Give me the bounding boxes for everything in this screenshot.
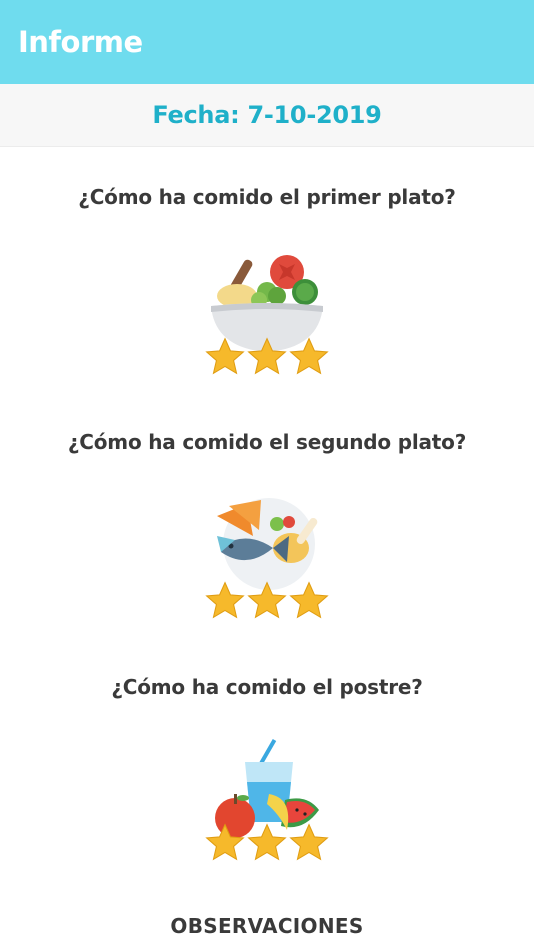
question-dessert: ¿Cómo ha comido el postre?	[0, 675, 534, 699]
app-bar: Informe	[0, 0, 534, 84]
star-icon	[289, 823, 329, 861]
report-date: Fecha: 7-10-2019	[152, 101, 382, 129]
star-icon	[205, 581, 245, 619]
rating-first-course	[204, 336, 330, 378]
question-label: ¿Cómo ha comido el primer plato?	[78, 185, 456, 209]
question-label: ¿Cómo ha comido el segundo plato?	[67, 430, 467, 454]
star-icon	[289, 581, 329, 619]
star-icon	[205, 823, 245, 861]
star-icon	[205, 337, 245, 375]
rating-second-course	[204, 580, 330, 622]
question-second-course: ¿Cómo ha comido el segundo plato?	[0, 430, 534, 454]
observations-heading: OBSERVACIONES	[170, 914, 364, 938]
rating-dessert	[204, 822, 330, 864]
question-label: ¿Cómo ha comido el postre?	[111, 675, 423, 699]
star-icon	[247, 823, 287, 861]
app-title: Informe	[18, 25, 143, 59]
star-icon	[247, 337, 287, 375]
star-icon	[289, 337, 329, 375]
star-icon	[247, 581, 287, 619]
question-first-course: ¿Cómo ha comido el primer plato?	[0, 185, 534, 209]
date-bar: Fecha: 7-10-2019	[0, 84, 534, 147]
